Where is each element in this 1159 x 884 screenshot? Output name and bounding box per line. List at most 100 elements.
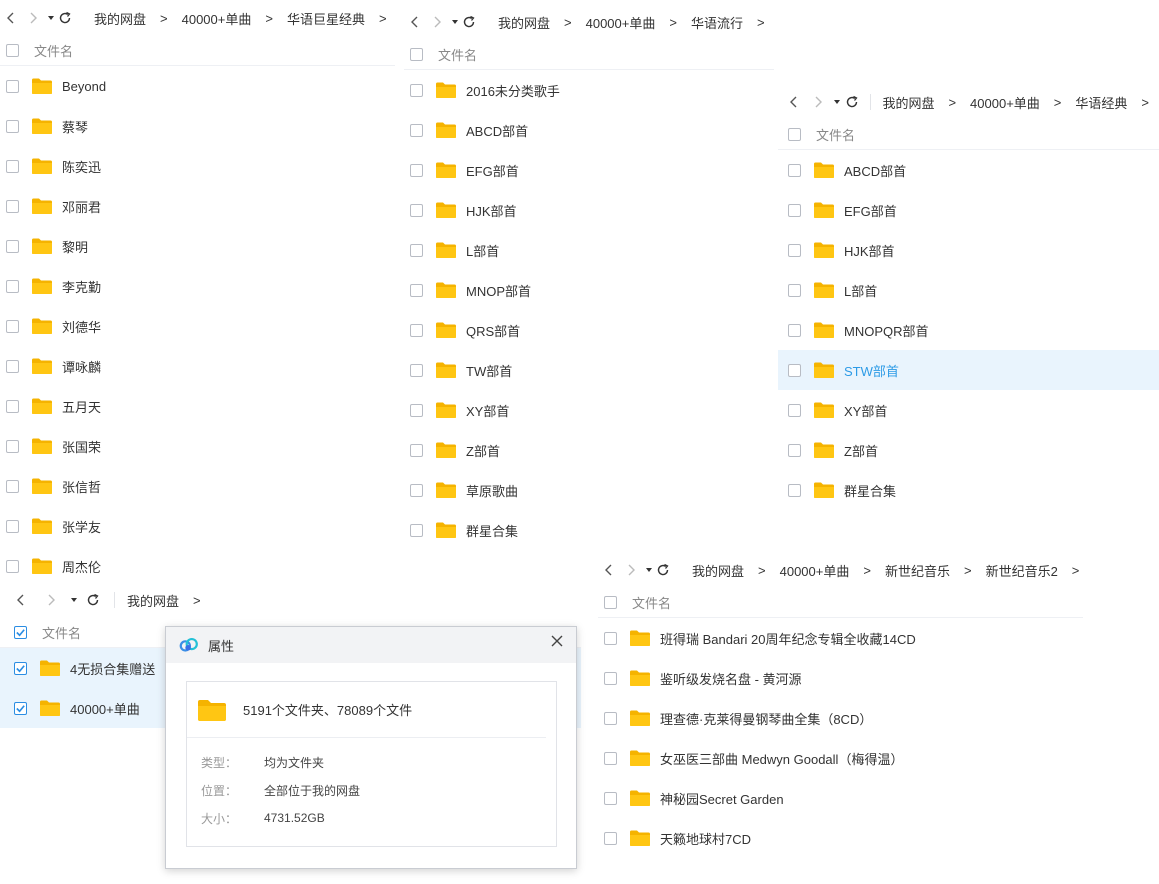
row-checkbox[interactable]: [6, 399, 19, 413]
list-item[interactable]: 理查德·克莱得曼钢琴曲全集（8CD）: [598, 698, 1083, 738]
row-checkbox[interactable]: [6, 199, 19, 213]
refresh-icon[interactable]: [462, 11, 476, 33]
folder-name[interactable]: Beyond: [62, 79, 106, 94]
list-item[interactable]: 陈奕迅: [0, 146, 395, 186]
breadcrumb-item[interactable]: 40000+单曲: [776, 561, 854, 580]
list-item[interactable]: 天籁地球村7CD: [598, 818, 1083, 858]
folder-name[interactable]: XY部首: [466, 401, 509, 420]
back-icon[interactable]: [10, 589, 32, 611]
filename-column-header[interactable]: 文件名: [816, 125, 855, 144]
folder-name[interactable]: HJK部首: [466, 201, 517, 220]
forward-icon[interactable]: [624, 559, 638, 581]
list-item[interactable]: 草原歌曲: [404, 470, 774, 510]
list-item[interactable]: Beyond: [0, 66, 395, 106]
list-item[interactable]: 周杰伦: [0, 546, 395, 586]
list-item[interactable]: QRS部首: [404, 310, 774, 350]
breadcrumb-item[interactable]: 新世纪音乐: [881, 561, 954, 580]
refresh-icon[interactable]: [656, 559, 670, 581]
folder-name[interactable]: EFG部首: [466, 161, 519, 180]
folder-name[interactable]: 群星合集: [466, 521, 518, 540]
filename-column-header[interactable]: 文件名: [42, 623, 81, 642]
refresh-icon[interactable]: [58, 7, 72, 29]
list-item[interactable]: Z部首: [404, 430, 774, 470]
list-item[interactable]: 邓丽君: [0, 186, 395, 226]
folder-name[interactable]: TW部首: [466, 361, 512, 380]
row-checkbox[interactable]: [14, 701, 27, 715]
row-checkbox[interactable]: [6, 439, 19, 453]
row-checkbox[interactable]: [410, 83, 423, 97]
row-checkbox[interactable]: [6, 359, 19, 373]
breadcrumb-item[interactable]: 我的网盘: [123, 591, 183, 610]
row-checkbox[interactable]: [6, 159, 19, 173]
folder-name[interactable]: 刘德华: [62, 317, 101, 336]
row-checkbox[interactable]: [6, 239, 19, 253]
folder-name[interactable]: 张学友: [62, 517, 101, 536]
breadcrumb-item[interactable]: 我的网盘: [878, 93, 938, 112]
select-all-checkbox[interactable]: [604, 596, 617, 609]
list-item[interactable]: TW部首: [404, 350, 774, 390]
list-item[interactable]: EFG部首: [778, 190, 1159, 230]
filename-column-header[interactable]: 文件名: [632, 593, 671, 612]
folder-name[interactable]: 李克勤: [62, 277, 101, 296]
folder-name[interactable]: ABCD部首: [844, 161, 906, 180]
folder-name[interactable]: QRS部首: [466, 321, 520, 340]
folder-name[interactable]: ABCD部首: [466, 121, 528, 140]
list-item[interactable]: 群星合集: [778, 470, 1159, 510]
folder-name[interactable]: 邓丽君: [62, 197, 101, 216]
dropdown-icon[interactable]: [830, 91, 844, 113]
folder-name[interactable]: 理查德·克莱得曼钢琴曲全集（8CD）: [660, 709, 872, 728]
row-checkbox[interactable]: [604, 671, 617, 685]
refresh-icon[interactable]: [82, 589, 104, 611]
breadcrumb-item[interactable]: 我的网盘: [90, 9, 150, 28]
row-checkbox[interactable]: [410, 323, 423, 337]
row-checkbox[interactable]: [604, 751, 617, 765]
folder-name[interactable]: 黎明: [62, 237, 88, 256]
list-item[interactable]: EFG部首: [404, 150, 774, 190]
list-item[interactable]: 2016未分类歌手: [404, 70, 774, 110]
row-checkbox[interactable]: [788, 163, 801, 177]
row-checkbox[interactable]: [788, 283, 801, 297]
folder-name[interactable]: MNOPQR部首: [844, 321, 929, 340]
select-all-checkbox[interactable]: [14, 626, 27, 639]
folder-name[interactable]: 鉴听级发烧名盘 - 黄河源: [660, 669, 802, 688]
close-icon[interactable]: [548, 632, 566, 650]
dropdown-icon[interactable]: [44, 7, 58, 29]
row-checkbox[interactable]: [788, 203, 801, 217]
folder-name[interactable]: L部首: [466, 241, 499, 260]
folder-name[interactable]: 蔡琴: [62, 117, 88, 136]
list-item[interactable]: 群星合集: [404, 510, 774, 550]
folder-name[interactable]: MNOP部首: [466, 281, 531, 300]
row-checkbox[interactable]: [410, 523, 423, 537]
breadcrumb-item[interactable]: 40000+单曲: [966, 93, 1044, 112]
list-item[interactable]: ABCD部首: [404, 110, 774, 150]
folder-name[interactable]: 40000+单曲: [70, 699, 140, 718]
select-all-checkbox[interactable]: [6, 44, 19, 57]
list-item[interactable]: 张国荣: [0, 426, 395, 466]
row-checkbox[interactable]: [410, 243, 423, 257]
forward-icon[interactable]: [26, 7, 40, 29]
row-checkbox[interactable]: [788, 323, 801, 337]
row-checkbox[interactable]: [788, 483, 801, 497]
breadcrumb-item[interactable]: 华语巨星经典: [283, 9, 369, 28]
forward-icon[interactable]: [810, 91, 826, 113]
list-item[interactable]: 黎明: [0, 226, 395, 266]
folder-name[interactable]: 陈奕迅: [62, 157, 101, 176]
list-item[interactable]: 鉴听级发烧名盘 - 黄河源: [598, 658, 1083, 698]
row-checkbox[interactable]: [788, 363, 801, 377]
select-all-checkbox[interactable]: [788, 128, 801, 141]
folder-name[interactable]: L部首: [844, 281, 877, 300]
list-item[interactable]: XY部首: [778, 390, 1159, 430]
folder-name[interactable]: 神秘园Secret Garden: [660, 789, 784, 808]
folder-name[interactable]: 4无损合集赠送: [70, 659, 155, 678]
list-item[interactable]: HJK部首: [404, 190, 774, 230]
folder-name[interactable]: 群星合集: [844, 481, 896, 500]
breadcrumb-item[interactable]: 华语经典: [1071, 93, 1131, 112]
list-item[interactable]: 神秘园Secret Garden: [598, 778, 1083, 818]
list-item[interactable]: ABCD部首: [778, 150, 1159, 190]
row-checkbox[interactable]: [410, 483, 423, 497]
select-all-checkbox[interactable]: [410, 48, 423, 61]
row-checkbox[interactable]: [788, 243, 801, 257]
row-checkbox[interactable]: [410, 163, 423, 177]
row-checkbox[interactable]: [410, 123, 423, 137]
row-checkbox[interactable]: [604, 831, 617, 845]
